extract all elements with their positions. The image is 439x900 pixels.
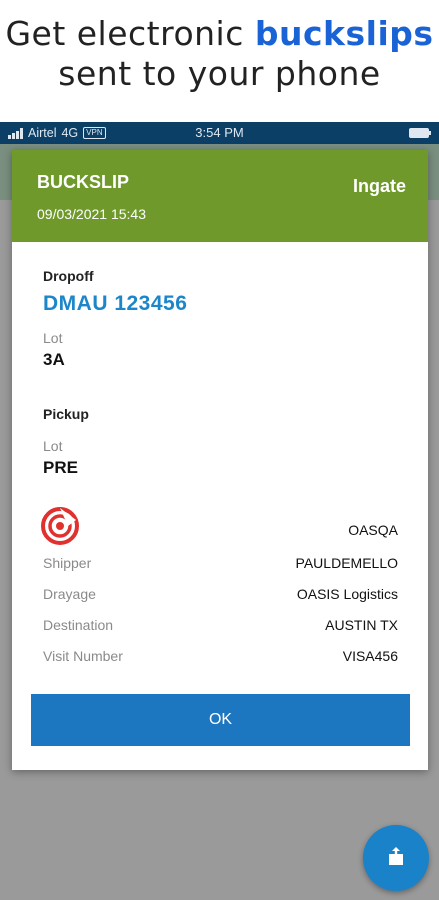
detail-row: Visit Number VISA456 <box>43 648 398 668</box>
ok-button[interactable]: OK <box>31 694 410 746</box>
detail-label: Shipper <box>43 555 92 571</box>
gate-status: Ingate <box>352 176 406 196</box>
promo-headline-accent: buckslips <box>254 14 434 53</box>
share-button[interactable] <box>363 825 429 891</box>
dialog-header: BUCKSLIP 09/03/2021 15:43 Ingate <box>12 150 428 242</box>
status-time: 3:54 PM <box>195 125 244 140</box>
share-icon <box>385 845 407 872</box>
detail-label: Destination <box>43 617 114 633</box>
promo-banner: Get electronic buckslips sent to your ph… <box>0 0 439 120</box>
container-number: DMAU 123456 <box>43 292 188 315</box>
detail-row: Shipper PAULDEMELLO <box>43 555 398 575</box>
company-logo-icon <box>40 506 80 546</box>
battery-icon <box>409 128 431 138</box>
detail-row: Drayage OASIS Logistics <box>43 586 398 606</box>
detail-value: OASIS Logistics <box>296 586 398 602</box>
dialog-datetime: 09/03/2021 15:43 <box>37 206 146 222</box>
promo-headline-text: Get electronic <box>5 14 255 53</box>
buckslip-dialog: BUCKSLIP 09/03/2021 15:43 Ingate Dropoff… <box>12 150 428 770</box>
detail-label: Drayage <box>43 586 96 602</box>
pickup-lot-value: PRE <box>43 458 78 477</box>
promo-headline: Get electronic buckslips <box>0 0 439 54</box>
detail-row: Destination AUSTIN TX <box>43 617 398 637</box>
phone-screen: Airtel 4G VPN 3:54 PM BUCKSLIP 09/03/202… <box>0 122 439 900</box>
dialog-title: BUCKSLIP <box>37 172 130 192</box>
promo-subline: sent to your phone <box>58 54 381 93</box>
pickup-label: Pickup <box>43 406 89 422</box>
pickup-lot-label: Lot <box>43 438 63 454</box>
status-bar: Airtel 4G VPN 3:54 PM <box>0 122 439 144</box>
dropoff-lot-value: 3A <box>43 350 65 369</box>
dropoff-lot-label: Lot <box>43 330 63 346</box>
detail-value: PAULDEMELLO <box>295 555 398 571</box>
detail-value: AUSTIN TX <box>325 617 398 633</box>
detail-label: Visit Number <box>43 648 123 664</box>
detail-value: VISA456 <box>342 648 398 664</box>
dropoff-label: Dropoff <box>43 268 94 284</box>
company-code: OASQA <box>348 522 398 538</box>
